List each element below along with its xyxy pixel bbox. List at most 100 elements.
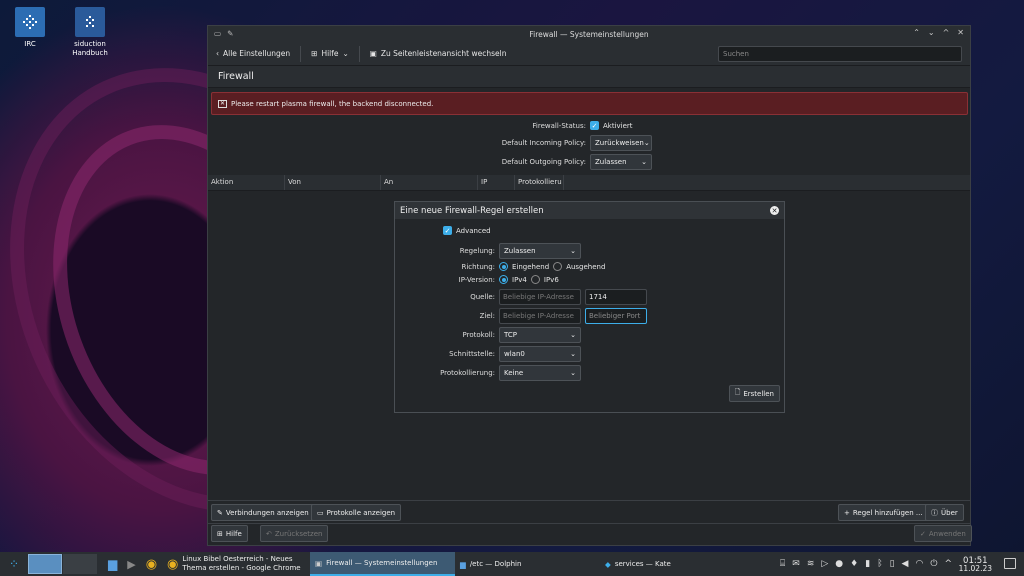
- window-menu-icon[interactable]: ▭: [214, 29, 221, 38]
- task-terminal[interactable]: ▶: [122, 552, 140, 576]
- window-titlebar[interactable]: ▭ ✎ Firewall — Systemeinstellungen ⌃ ⌄ ^…: [208, 26, 970, 42]
- policy-select[interactable]: Zulassen ⌄: [499, 243, 581, 259]
- task-chrome[interactable]: ◉ Linux Bibel Oesterreich - Neues Thema …: [162, 552, 310, 576]
- plus-icon: +: [844, 508, 850, 517]
- ipv4-radio[interactable]: [499, 275, 508, 284]
- task-chrome-launcher[interactable]: ◉: [141, 552, 162, 576]
- ipv4-label: IPv4: [512, 275, 527, 284]
- column-header-ip[interactable]: IP: [478, 175, 515, 190]
- settings-window: ▭ ✎ Firewall — Systemeinstellungen ⌃ ⌄ ^…: [207, 25, 972, 546]
- dialog-close-icon[interactable]: ✕: [770, 206, 779, 215]
- incoming-policy-label: Default Incoming Policy:: [501, 139, 586, 147]
- pager-desktop-1[interactable]: [28, 554, 62, 574]
- column-header-logging[interactable]: Protokollieru: [515, 175, 564, 190]
- dialog-titlebar: Eine neue Firewall-Regel erstellen ✕: [395, 202, 784, 219]
- task-kate[interactable]: ◆ services — Kate: [600, 552, 745, 576]
- close-icon[interactable]: ✕: [957, 28, 964, 37]
- tray-expand-icon[interactable]: ^: [944, 559, 952, 569]
- footer-divider: [208, 523, 970, 524]
- mail-icon[interactable]: ✉: [792, 559, 800, 569]
- undo-icon: ↶: [266, 529, 272, 538]
- clock[interactable]: 01:51 11.02.23: [959, 557, 992, 573]
- direction-label: Richtung:: [461, 262, 495, 271]
- dest-port-input[interactable]: Beliebiger Port: [585, 308, 647, 324]
- incoming-radio[interactable]: [499, 262, 508, 271]
- sidebar-icon: ▣: [369, 49, 377, 58]
- storage-icon[interactable]: ▯: [890, 559, 895, 569]
- desktop-icon-label: IRC: [24, 40, 36, 48]
- bluetooth-icon[interactable]: ᛒ: [877, 559, 882, 569]
- task-dolphin[interactable]: ▆ /etc — Dolphin: [455, 552, 600, 576]
- minimize-icon[interactable]: ⌄: [928, 28, 935, 37]
- updates-icon[interactable]: ●: [835, 559, 843, 569]
- folder-icon: ▆: [460, 559, 466, 569]
- source-port-input[interactable]: 1714: [585, 289, 647, 305]
- advanced-checkbox[interactable]: ✓: [443, 226, 452, 235]
- clipboard-icon[interactable]: ⌸: [780, 559, 785, 569]
- separator: [358, 45, 360, 62]
- dest-ip-input[interactable]: Beliebige IP-Adresse: [499, 308, 581, 324]
- error-icon: ✕: [218, 99, 227, 108]
- search-input[interactable]: Suchen: [718, 45, 962, 62]
- help-button[interactable]: ⊞ Hilfe: [211, 525, 248, 542]
- chrome-icon: ◉: [167, 556, 179, 572]
- maximize-icon[interactable]: ^: [943, 28, 950, 37]
- pin-icon[interactable]: ✎: [227, 29, 233, 38]
- show-logs-button[interactable]: ▭ Protokolle anzeigen: [311, 504, 402, 521]
- keep-above-icon[interactable]: ⌃: [913, 28, 920, 37]
- incoming-policy-select[interactable]: Zurückweisen ⌄: [590, 135, 652, 151]
- about-button[interactable]: ⓘ Über: [925, 504, 964, 521]
- launcher-icon: ⁘: [8, 557, 20, 571]
- ipv6-radio[interactable]: [530, 275, 540, 284]
- wifi-icon[interactable]: ◠: [915, 559, 923, 569]
- outgoing-policy-label: Default Outgoing Policy:: [501, 158, 586, 166]
- show-desktop-icon[interactable]: [1004, 558, 1016, 569]
- power-icon[interactable]: ⏻: [930, 559, 937, 569]
- settings-icon: ▣: [315, 558, 323, 568]
- rss-icon[interactable]: ≋: [807, 559, 815, 569]
- reset-button[interactable]: ↶ Zurücksetzen: [260, 525, 329, 542]
- outgoing-policy-select[interactable]: Zulassen ⌄: [590, 154, 652, 170]
- notification-icon[interactable]: ♦: [850, 559, 858, 569]
- incoming-label: Eingehend: [512, 262, 550, 271]
- firewall-status-checkbox[interactable]: ✓: [590, 121, 599, 130]
- help-menu-button[interactable]: ⊞ Hilfe ⌄: [311, 49, 349, 58]
- add-rule-button[interactable]: + Regel hinzufügen ...: [838, 504, 929, 521]
- desktop-icon-label: Handbuch: [72, 49, 108, 57]
- window-title: Firewall — Systemeinstellungen: [529, 29, 649, 39]
- logging-select[interactable]: Keine ⌄: [499, 365, 581, 381]
- battery-icon[interactable]: ▮: [865, 559, 870, 569]
- info-icon: ⓘ: [931, 508, 938, 517]
- task-firewall[interactable]: ▣ Firewall — Systemeinstellungen: [310, 552, 456, 576]
- column-header-action[interactable]: Aktion: [208, 175, 285, 190]
- protocol-select[interactable]: TCP ⌄: [499, 327, 581, 343]
- media-icon[interactable]: ▷: [821, 559, 828, 569]
- volume-icon[interactable]: ◀: [902, 559, 909, 569]
- sidebar-view-button[interactable]: ▣ Zu Seitenleistenansicht wechseln: [370, 49, 507, 58]
- separator: [300, 45, 302, 62]
- system-tray: ⌸ ✉ ≋ ▷ ● ♦ ▮ ᛒ ▯ ◀ ◠ ⏻ ^: [780, 552, 952, 576]
- rules-table-header: Aktion Von An IP Protokollieru: [208, 175, 970, 191]
- desktop-icon-handbuch[interactable]: siduction Handbuch: [60, 7, 120, 58]
- advanced-label: Advanced: [456, 226, 491, 235]
- chevron-left-icon: ‹: [216, 49, 219, 58]
- show-connections-button[interactable]: ✎ Verbindungen anzeigen: [211, 504, 315, 521]
- pager-desktop-2[interactable]: [63, 554, 97, 574]
- all-settings-button[interactable]: ‹ Alle Einstellungen: [216, 49, 290, 58]
- interface-label: Schnittstelle:: [449, 350, 495, 358]
- task-files[interactable]: ▆: [103, 552, 122, 576]
- column-header-from[interactable]: Von: [285, 175, 381, 190]
- outgoing-radio[interactable]: [553, 262, 563, 271]
- create-button[interactable]: 🗋 Erstellen: [728, 385, 780, 402]
- source-ip-input[interactable]: Beliebige IP-Adresse: [499, 289, 581, 305]
- apply-button[interactable]: ✓ Anwenden: [914, 525, 972, 542]
- interface-select[interactable]: wlan0 ⌄: [499, 346, 581, 362]
- chevron-down-icon: ⌄: [570, 247, 576, 255]
- check-icon: ✓: [920, 529, 926, 538]
- column-header-to[interactable]: An: [381, 175, 478, 190]
- footer-divider: [208, 500, 970, 501]
- folder-icon: ▆: [108, 557, 118, 571]
- error-text: Please restart plasma firewall, the back…: [231, 99, 434, 108]
- desktop-icon-irc[interactable]: IRC: [0, 7, 60, 49]
- application-launcher[interactable]: ⁘: [0, 552, 28, 576]
